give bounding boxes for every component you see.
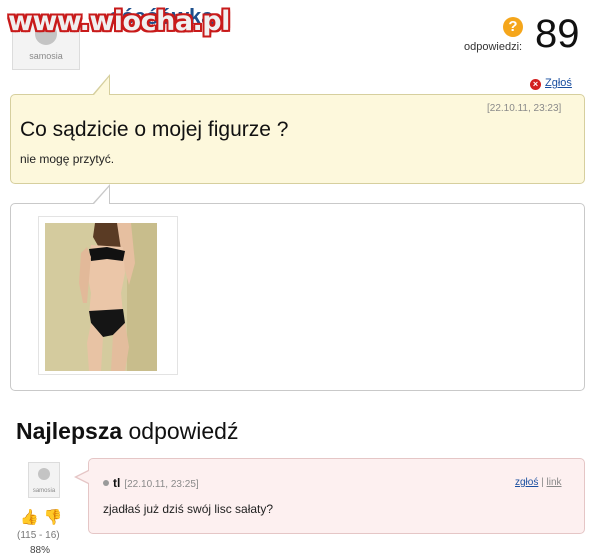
question-title: Co sądzicie o mojej figurze ?: [20, 118, 289, 141]
watermark: www.wiocha.pl: [8, 6, 230, 37]
avatar-caption: samosia: [32, 488, 56, 494]
answer-links: zgłoś | link: [515, 477, 562, 488]
answer-text: zjadłaś już dziś swój lisc sałaty?: [103, 502, 274, 516]
question-photo[interactable]: [45, 223, 157, 371]
photo-figure: [45, 223, 157, 371]
avatar-placeholder-icon: [38, 468, 50, 480]
thumb-down-icon[interactable]: 👎: [44, 509, 63, 526]
report-row[interactable]: × Zgłoś: [530, 77, 572, 90]
best-answer-heading: Najlepsza odpowiedź: [16, 418, 238, 445]
vote-counts: (115 - 16): [17, 530, 60, 541]
best-answer-heading-bold: Najlepsza: [16, 418, 123, 444]
status-dot-icon: [103, 480, 109, 486]
question-bubble-tail-inner: [94, 77, 109, 95]
answer-bubble-tail-inner: [77, 471, 89, 483]
vote-percent: 88%: [30, 545, 51, 556]
question-body: nie mogę przytyć.: [20, 152, 115, 166]
question-icon: ?: [503, 17, 523, 37]
answer-header: tl [22.10.11, 23:25]: [103, 476, 199, 490]
answer-username[interactable]: tl: [113, 476, 120, 490]
answers-count: 89: [535, 12, 580, 56]
answer-report-link[interactable]: zgłoś: [515, 477, 538, 488]
report-link[interactable]: Zgłoś: [545, 77, 572, 89]
vote-buttons: 👍 👎: [20, 508, 62, 526]
thumb-up-icon[interactable]: 👍: [20, 509, 39, 526]
answer-date: [22.10.11, 23:25]: [124, 479, 199, 490]
report-x-icon: ×: [530, 79, 541, 90]
answer-bubble: [88, 458, 585, 534]
answer-links-separator: |: [541, 477, 544, 488]
answer-permalink[interactable]: link: [547, 477, 562, 488]
question-date: [22.10.11, 23:23]: [487, 103, 562, 114]
answers-label: odpowiedzi:: [464, 41, 523, 53]
best-answer-heading-rest: odpowiedź: [122, 418, 239, 444]
answerer-avatar[interactable]: samosia: [28, 462, 60, 498]
image-bubble-tail-inner: [94, 187, 109, 204]
avatar-caption: samosia: [29, 51, 63, 61]
